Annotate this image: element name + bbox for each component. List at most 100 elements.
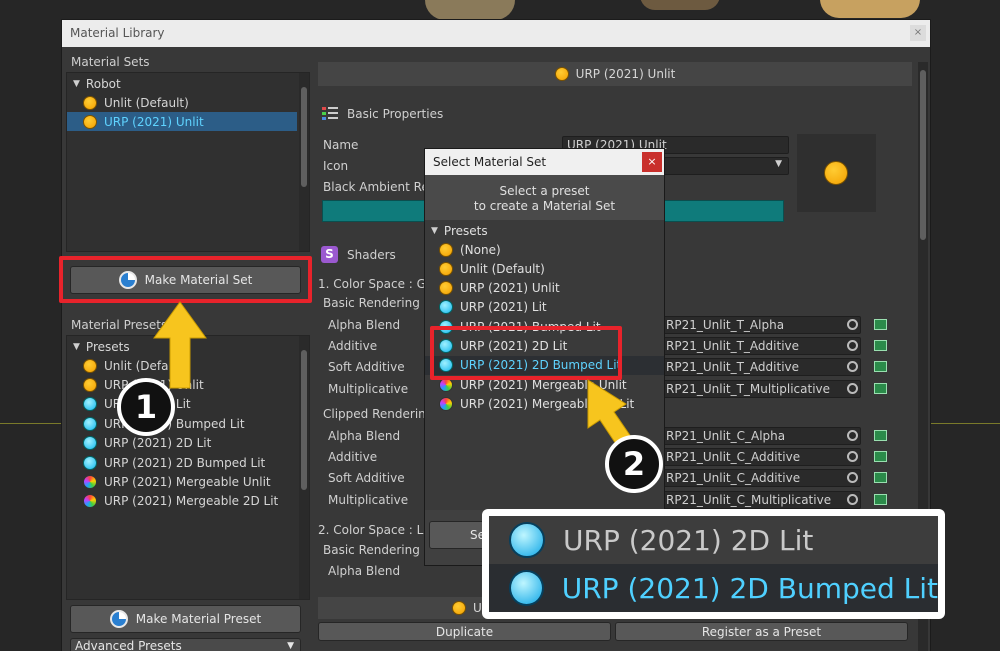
selected-set-title: URP (2021) Unlit — [575, 67, 676, 81]
dialog-preset-item[interactable]: URP (2021) Unlit — [439, 279, 664, 298]
dialog-instructions: Select a preset to create a Material Set — [425, 175, 664, 220]
material-preset-item[interactable]: URP (2021) 2D Lit — [67, 434, 297, 453]
dialog-preset-item[interactable]: Unlit (Default) — [439, 259, 664, 278]
window-titlebar[interactable]: Material Library × — [62, 20, 930, 47]
black-ambient-label: Black Ambient Rec — [323, 180, 436, 194]
dialog-close-button[interactable]: × — [642, 152, 662, 172]
zoom-preset-label: URP (2021) 2D Bumped Lit — [561, 571, 938, 605]
dialog-title: Select Material Set — [433, 155, 547, 169]
step1-highlight-box — [59, 256, 312, 303]
zoom-preset-item: URP (2021) 2D Bumped Lit — [489, 564, 938, 612]
expand-triangle-icon[interactable]: ▼ — [73, 342, 80, 352]
blue-circle-icon — [509, 522, 545, 558]
texture-icon — [874, 382, 887, 394]
expand-triangle-icon[interactable]: ▼ — [431, 226, 438, 236]
sets-scroll-thumb[interactable] — [301, 87, 307, 187]
material-sphere-icon — [109, 610, 128, 628]
presets-scrollbar[interactable] — [299, 336, 309, 599]
make-material-preset-button[interactable]: Make Material Preset — [70, 605, 301, 633]
dropdown-arrow-icon: ▼ — [775, 159, 782, 169]
texture-icon — [874, 472, 887, 484]
clipped-shader-field[interactable]: RP21_Unlit_C_Additive — [661, 448, 887, 467]
color-space-gamma-label: 1. Color Space : Gan — [318, 277, 441, 291]
object-picker-icon[interactable] — [847, 382, 858, 394]
dialog-root-label: Presets — [443, 223, 488, 238]
clipped-shader-value[interactable]: RP21_Unlit_C_Multiplicative — [661, 490, 861, 509]
multicolor-circle-icon — [439, 396, 453, 411]
dialog-instruction-line2: to create a Material Set — [473, 199, 616, 213]
basic-row-label: Alpha Blend — [328, 318, 401, 332]
material-preset-item[interactable]: URP (2021) Bumped Lit — [67, 414, 297, 433]
clipped-shader-value[interactable]: RP21_Unlit_C_Additive — [661, 469, 861, 488]
texture-icon — [874, 319, 887, 330]
material-preset-item[interactable]: URP (2021) Lit — [67, 395, 297, 414]
basic-shader-field[interactable]: RP21_Unlit_T_Additive — [661, 358, 887, 377]
dialog-select-button[interactable]: Se — [429, 521, 489, 549]
object-picker-icon[interactable] — [847, 430, 858, 441]
dialog-preset-item[interactable]: (None) — [439, 240, 664, 259]
orange-circle-icon — [439, 261, 453, 276]
dialog-preset-item[interactable]: URP (2021) Lit — [439, 298, 664, 317]
orange-circle-icon — [439, 281, 453, 296]
dialog-preset-item-label: URP (2021) Unlit — [460, 281, 560, 296]
basic-shader-value[interactable]: RP21_Unlit_T_Multiplicative — [661, 379, 861, 398]
basic-row-label: Additive — [328, 339, 378, 354]
set-icon — [554, 67, 569, 81]
material-set-item[interactable]: Unlit (Default) — [67, 93, 297, 112]
sets-scrollbar[interactable] — [299, 73, 309, 251]
material-preset-item[interactable]: URP (2021) 2D Bumped Lit — [67, 453, 297, 472]
right-scroll-thumb[interactable] — [920, 70, 926, 240]
basic-shader-field[interactable]: RP21_Unlit_T_Additive — [661, 337, 887, 356]
dialog-titlebar[interactable]: Select Material Set × — [425, 149, 664, 175]
step2-badge: 2 — [605, 435, 663, 493]
expand-triangle-icon[interactable]: ▼ — [73, 79, 80, 89]
scene-sprite-mid — [640, 0, 720, 10]
zoom-callout: URP (2021) 2D Lit URP (2021) 2D Bumped Li… — [482, 509, 945, 619]
basic-shader-value[interactable]: RP21_Unlit_T_Additive — [661, 337, 861, 356]
material-set-item-label: URP (2021) Unlit — [104, 114, 204, 129]
material-set-item[interactable]: URP (2021) Unlit — [67, 112, 297, 131]
duplicate-button[interactable]: Duplicate — [318, 622, 611, 641]
dialog-tree-root[interactable]: ▼ Presets — [431, 221, 664, 240]
material-preset-item[interactable]: URP (2021) Mergeable Unlit — [67, 472, 297, 491]
basic-shader-field[interactable]: RP21_Unlit_T_Alpha — [661, 316, 887, 334]
basic-shader-value[interactable]: RP21_Unlit_T_Additive — [661, 358, 861, 377]
basic-shader-field[interactable]: RP21_Unlit_T_Multiplicative — [661, 379, 887, 398]
sets-tree-root[interactable]: ▼ Robot — [67, 74, 297, 93]
window-close-button[interactable]: × — [910, 25, 926, 41]
second-set-title: U — [473, 601, 482, 615]
register-preset-button[interactable]: Register as a Preset — [615, 622, 908, 641]
dialog-instruction-line1: Select a preset — [499, 184, 590, 198]
material-preset-item-label: URP (2021) Mergeable 2D Lit — [104, 494, 279, 509]
object-picker-icon[interactable] — [847, 493, 858, 505]
basic-shader-value[interactable]: RP21_Unlit_T_Alpha — [661, 316, 861, 334]
basic-row-label: Multiplicative — [328, 381, 409, 396]
material-preset-item-label: URP (2021) 2D Lit — [104, 436, 212, 451]
clipped-shader-field[interactable]: RP21_Unlit_C_Multiplicative — [661, 490, 887, 509]
material-preset-item[interactable]: URP (2021) Mergeable 2D Lit — [67, 492, 297, 511]
basic-properties-label: Basic Properties — [347, 107, 444, 121]
material-sets-panel: ▼ Robot Unlit (Default) URP (2021) Unlit — [66, 72, 310, 252]
shader-s-icon: S — [321, 246, 338, 263]
clipped-shader-value[interactable]: RP21_Unlit_C_Additive — [661, 448, 861, 467]
make-material-preset-label: Make Material Preset — [135, 612, 262, 626]
orange-circle-icon — [83, 95, 97, 110]
blue-circle-icon — [509, 570, 544, 606]
dropdown-arrow-icon: ▼ — [287, 641, 294, 651]
clipped-shader-field[interactable]: RP21_Unlit_C_Additive — [661, 469, 887, 488]
material-sets-label: Material Sets — [71, 55, 150, 69]
material-set-item-label: Unlit (Default) — [104, 95, 189, 110]
presets-root-label: Presets — [85, 339, 130, 354]
clipped-shader-field[interactable]: RP21_Unlit_C_Alpha — [661, 427, 887, 445]
blue-circle-icon — [439, 300, 453, 315]
list-icon — [322, 106, 338, 122]
material-preset-item-label: URP (2021) Mergeable Unlit — [104, 474, 271, 489]
dialog-preset-item-label: Unlit (Default) — [460, 261, 545, 276]
clipped-row-label: Additive — [328, 450, 378, 465]
presets-scroll-thumb[interactable] — [301, 350, 307, 490]
basic-row-label: Soft Additive — [328, 360, 405, 375]
object-picker-icon[interactable] — [847, 319, 858, 330]
clipped-shader-value[interactable]: RP21_Unlit_C_Alpha — [661, 427, 861, 445]
orange-circle-icon — [83, 377, 97, 392]
advanced-presets-dropdown[interactable]: Advanced Presets ▼ — [70, 638, 301, 651]
